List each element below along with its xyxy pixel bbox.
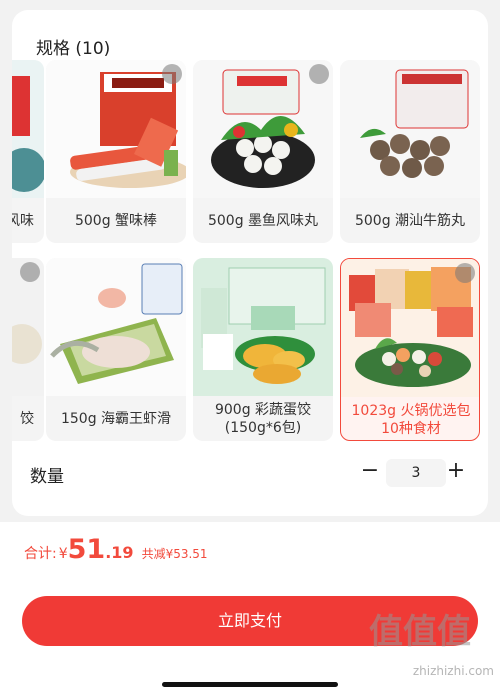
spec-option-shrimp-paste[interactable]: 150g 海霸王虾滑	[46, 258, 186, 441]
zoom-icon[interactable]	[455, 263, 475, 283]
spec-option-crab-stick[interactable]: 500g 蟹味棒	[46, 60, 186, 243]
quantity-label: 数量	[30, 467, 64, 487]
spec-option-egg-dumpling[interactable]: 900g 彩蔬蛋饺 (150g*6包)	[193, 258, 333, 441]
spec-option-partial-1[interactable]: 风味	[12, 60, 44, 243]
product-image	[193, 258, 333, 396]
total-label: 合计:	[24, 546, 57, 562]
spec-option-label: 饺	[20, 410, 34, 427]
spec-option-label: 1023g 火锅优选包 10种食材	[351, 402, 471, 437]
zoom-icon[interactable]	[162, 64, 182, 84]
spec-option-partial-2[interactable]: 饺	[12, 258, 44, 441]
quantity-decrease-button[interactable]: −	[358, 460, 382, 484]
spec-card: 规格 (10) 风味 500g 蟹味棒 500g 墨鱼风味丸 500g 潮汕牛筋…	[12, 10, 488, 516]
spec-option-beef-ball[interactable]: 500g 潮汕牛筋丸	[340, 60, 480, 243]
home-indicator	[162, 682, 338, 687]
spec-grid: 风味 500g 蟹味棒 500g 墨鱼风味丸 500g 潮汕牛筋丸 饺 150g…	[12, 56, 488, 456]
discount-amount: 共减¥53.51	[141, 547, 208, 561]
spec-option-label: 500g 潮汕牛筋丸	[354, 212, 466, 229]
spec-option-label: 风味	[12, 212, 34, 229]
zoom-icon[interactable]	[309, 64, 329, 84]
spec-option-label: 900g 彩蔬蛋饺 (150g*6包)	[214, 401, 312, 436]
spec-option-label: 500g 墨鱼风味丸	[207, 212, 319, 229]
spec-option-label: 150g 海霸王虾滑	[60, 410, 172, 427]
watermark-site: zhizhizhi.com	[412, 664, 494, 678]
total-amount-integer: 51	[67, 534, 106, 565]
currency-symbol: ¥	[58, 546, 68, 562]
spec-option-hotpot-pack[interactable]: 1023g 火锅优选包 10种食材	[340, 258, 480, 441]
product-image	[340, 60, 480, 198]
total-price: 合计: ¥ 51 .19 共减¥53.51	[24, 534, 208, 565]
quantity-input[interactable]: 3	[386, 459, 446, 487]
spec-option-label: 500g 蟹味棒	[74, 212, 158, 229]
product-image	[12, 60, 44, 198]
spec-option-cuttlefish-ball[interactable]: 500g 墨鱼风味丸	[193, 60, 333, 243]
quantity-increase-button[interactable]: +	[444, 460, 468, 484]
zoom-icon[interactable]	[20, 262, 40, 282]
product-image	[46, 258, 186, 396]
total-amount-decimal: .19	[105, 543, 134, 562]
